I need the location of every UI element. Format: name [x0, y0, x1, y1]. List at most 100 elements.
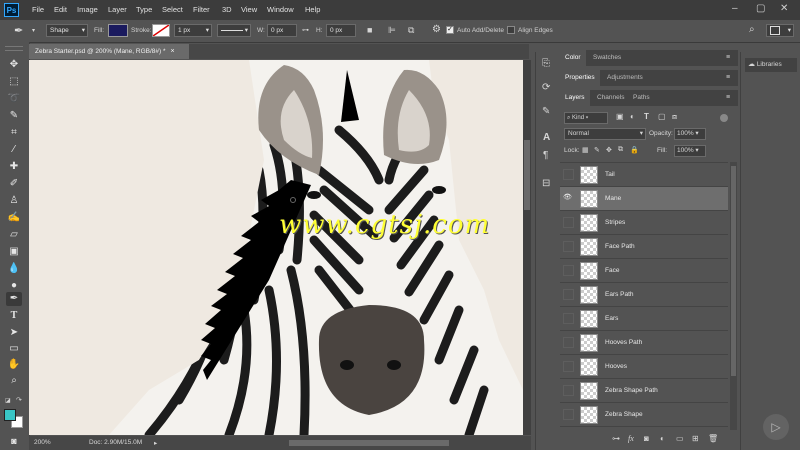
search-icon[interactable]: ⌕ [749, 24, 755, 35]
layers-scrollbar-thumb[interactable] [731, 166, 736, 376]
filter-type-icon[interactable]: T [644, 112, 649, 121]
blur-tool-icon[interactable]: 💧 [6, 262, 22, 276]
workspace-switcher[interactable]: ▾ [766, 24, 794, 37]
layer-comps-icon[interactable]: ⊟ [542, 178, 550, 189]
move-tool-icon[interactable]: ✥ [6, 58, 22, 72]
hand-tool-icon[interactable]: ✋ [6, 358, 22, 372]
brush-tool-icon[interactable]: ✐ [6, 177, 22, 191]
stroke-swatch[interactable] [152, 24, 170, 37]
layer-filter-select[interactable]: ⌕ Kind ▾ [564, 112, 608, 124]
menu-layer[interactable]: Layer [108, 5, 127, 14]
gear-icon[interactable]: ⚙ [432, 24, 441, 35]
actions-panel-icon[interactable]: ⟳ [542, 82, 550, 93]
scrollbar-thumb[interactable] [524, 140, 530, 210]
adjustment-layer-icon[interactable]: ◐ [660, 434, 665, 443]
eraser-tool-icon[interactable]: ▱ [6, 228, 22, 242]
minimize-icon[interactable]: – [732, 3, 738, 14]
tab-properties[interactable]: Properties [560, 70, 600, 86]
document-info[interactable]: Doc: 2.90M/15.0M [89, 439, 142, 446]
lasso-tool-icon[interactable]: ➰ [6, 92, 22, 106]
vertical-scrollbar[interactable] [523, 60, 531, 435]
eyedropper-tool-icon[interactable]: ⁄ [6, 143, 22, 157]
tab-color[interactable]: Color [560, 50, 586, 66]
chevron-down-icon[interactable]: ▾ [32, 27, 35, 34]
document-canvas[interactable]: www.cgtsj.com [29, 60, 523, 435]
trash-icon[interactable]: 🗑 [708, 434, 718, 443]
filter-smart-object-icon[interactable]: ⧈ [672, 112, 677, 122]
dodge-tool-icon[interactable]: ● [6, 279, 22, 293]
zoom-level[interactable]: 200% [34, 439, 51, 446]
menu-file[interactable]: File [32, 5, 44, 14]
layer-style-icon[interactable]: fx [628, 434, 634, 443]
lock-pixels-icon[interactable]: ✎ [594, 146, 600, 154]
gradient-tool-icon[interactable]: ▣ [6, 245, 22, 259]
layer-row[interactable]: Zebra Shape [560, 403, 728, 427]
quick-mask-icon[interactable]: ◙ [6, 434, 22, 448]
status-menu-icon[interactable]: ▸ [154, 439, 157, 447]
default-colors-icon[interactable]: ◪ [5, 397, 13, 405]
layer-row[interactable]: Face Path [560, 235, 728, 259]
toolbar-grip[interactable] [5, 46, 23, 51]
filter-adjustment-icon[interactable]: ◐ [630, 112, 635, 121]
menu-3d[interactable]: 3D [222, 5, 232, 14]
visibility-eye-icon[interactable] [563, 217, 574, 228]
tab-paths[interactable]: Paths [628, 90, 655, 106]
rectangle-tool-icon[interactable]: ▭ [6, 342, 22, 356]
path-arrangement-icon[interactable]: ⧉ [408, 25, 414, 36]
swap-colors-icon[interactable]: ↷ [16, 396, 22, 404]
tab-swatches[interactable]: Swatches [588, 50, 626, 66]
close-tab-icon[interactable]: × [171, 48, 175, 55]
menu-select[interactable]: Select [162, 5, 183, 14]
tool-mode-select[interactable]: Shape ▾ [46, 24, 88, 37]
document-tab[interactable]: Zebra Starter.psd @ 200% (Mane, RGB/8#) … [29, 44, 189, 59]
menu-image[interactable]: Image [77, 5, 98, 14]
lock-position-icon[interactable]: ✥ [606, 146, 612, 154]
layer-row[interactable]: 👁 Mane [560, 187, 728, 211]
new-group-icon[interactable]: ▭ [676, 434, 684, 443]
align-edges-checkbox[interactable] [507, 26, 515, 34]
visibility-eye-icon[interactable] [563, 313, 574, 324]
visibility-eye-icon[interactable]: 👁 [563, 193, 574, 204]
panel-menu-icon[interactable]: ≡ [726, 54, 730, 61]
healing-brush-tool-icon[interactable]: ✚ [6, 160, 22, 174]
menu-window[interactable]: Window [267, 5, 294, 14]
visibility-eye-icon[interactable] [563, 385, 574, 396]
layer-row[interactable]: Face [560, 259, 728, 283]
layer-row[interactable]: Stripes [560, 211, 728, 235]
marquee-tool-icon[interactable]: ⬚ [6, 75, 22, 89]
link-icon[interactable]: ⊶ [302, 26, 309, 34]
layers-scrollbar[interactable] [730, 162, 737, 430]
blend-mode-select[interactable]: Normal ▾ [564, 128, 646, 140]
type-tool-icon[interactable]: T [6, 309, 22, 323]
pen-tool-icon[interactable]: ✒ [6, 292, 22, 306]
horizontal-scrollbar-thumb[interactable] [289, 440, 449, 446]
visibility-eye-icon[interactable] [563, 265, 574, 276]
menu-view[interactable]: View [241, 5, 257, 14]
stroke-type-select[interactable]: ▾ [217, 24, 251, 37]
zoom-tool-icon[interactable]: ⌕ [6, 374, 22, 388]
new-layer-icon[interactable]: ⊞ [692, 434, 699, 443]
layer-row[interactable]: Hooves [560, 355, 728, 379]
menu-edit[interactable]: Edit [54, 5, 67, 14]
history-brush-tool-icon[interactable]: ✍ [6, 211, 22, 225]
visibility-eye-icon[interactable] [563, 169, 574, 180]
menu-type[interactable]: Type [136, 5, 152, 14]
pen-tool-icon[interactable]: ✒ [14, 24, 23, 37]
path-selection-tool-icon[interactable]: ➤ [6, 326, 22, 340]
panel-menu-icon[interactable]: ≡ [726, 94, 730, 101]
width-field[interactable]: 0 px [267, 24, 297, 37]
tab-adjustments[interactable]: Adjustments [602, 70, 648, 86]
filter-shape-icon[interactable]: ▢ [658, 112, 666, 121]
path-alignment-icon[interactable]: ⊫ [388, 25, 396, 36]
filter-toggle[interactable] [720, 114, 728, 122]
libraries-button[interactable]: ☁ Libraries [745, 58, 797, 72]
clone-stamp-tool-icon[interactable]: ♙ [6, 194, 22, 208]
character-panel-icon[interactable]: A [543, 132, 550, 143]
auto-add-delete-checkbox[interactable]: ✓ [446, 26, 454, 34]
lock-artboard-icon[interactable]: ⧉ [618, 146, 623, 154]
link-layers-icon[interactable]: ⊶ [612, 434, 620, 443]
height-field[interactable]: 0 px [326, 24, 356, 37]
visibility-eye-icon[interactable] [563, 337, 574, 348]
menu-filter[interactable]: Filter [193, 5, 210, 14]
layer-row[interactable]: Tail [560, 163, 728, 187]
